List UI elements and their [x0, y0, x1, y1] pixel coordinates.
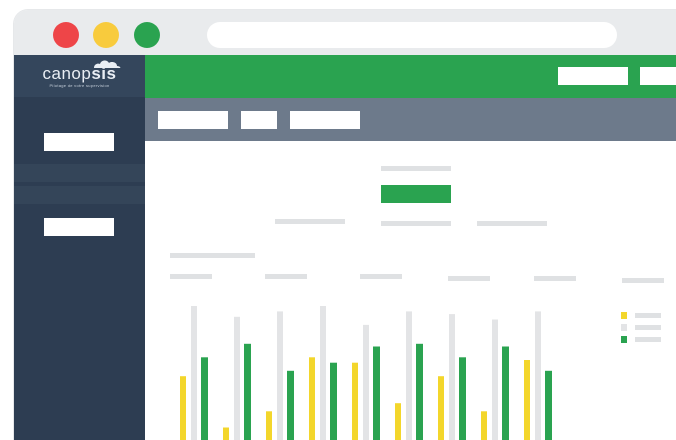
bar-yellow-3	[266, 411, 272, 440]
bar-green-9	[545, 371, 552, 440]
view-toolbar	[145, 98, 676, 141]
bar-green-5	[373, 347, 380, 440]
bar-yellow-2	[223, 428, 229, 440]
bar-chart	[145, 141, 676, 440]
bar-yellow-1	[180, 376, 186, 440]
bar-green-4	[330, 363, 337, 440]
bar-green-3	[287, 371, 294, 440]
canopsis-logo[interactable]: canopsis Pilotage de votre supervision	[14, 55, 145, 97]
bar-yellow-7	[438, 376, 444, 440]
toolbar-button-3[interactable]	[290, 111, 360, 129]
logo-tagline: Pilotage de votre supervision	[49, 83, 109, 88]
browser-chrome	[14, 10, 676, 55]
bar-yellow-4	[309, 357, 315, 440]
bar-gray-2	[234, 317, 240, 440]
bar-yellow-8	[481, 411, 487, 440]
logo-text-regular: canop	[43, 64, 92, 83]
bar-green-2	[244, 344, 251, 440]
legend-label-1	[635, 313, 661, 318]
bar-green-8	[502, 347, 509, 440]
bar-green-6	[416, 344, 423, 440]
legend-label-3	[635, 337, 661, 342]
close-window-icon[interactable]	[53, 22, 79, 48]
maximize-window-icon[interactable]	[134, 22, 160, 48]
bar-gray-8	[492, 320, 498, 440]
cloud-icon	[92, 59, 122, 69]
bar-gray-6	[406, 311, 412, 440]
sidebar-button-secondary[interactable]	[44, 218, 114, 236]
main-content	[145, 141, 676, 440]
bar-yellow-5	[352, 363, 358, 440]
browser-window: canopsis Pilotage de votre supervision	[14, 10, 676, 440]
legend-label-2	[635, 325, 661, 330]
sidebar-item-1[interactable]	[14, 164, 145, 182]
header-button-1[interactable]	[558, 67, 628, 85]
legend-swatch-green	[621, 336, 627, 343]
minimize-window-icon[interactable]	[93, 22, 119, 48]
header-button-2[interactable]	[640, 67, 676, 85]
bar-gray-7	[449, 314, 455, 440]
bar-yellow-9	[524, 360, 530, 440]
legend-swatch-gray	[621, 324, 627, 331]
toolbar-button-1[interactable]	[158, 111, 228, 129]
sidebar-item-2[interactable]	[14, 186, 145, 204]
bar-gray-5	[363, 325, 369, 440]
sidebar: canopsis Pilotage de votre supervision	[14, 55, 145, 440]
bar-green-7	[459, 357, 466, 440]
sidebar-button-primary[interactable]	[44, 133, 114, 151]
address-bar[interactable]	[207, 22, 617, 48]
top-header-bar	[145, 55, 676, 98]
bar-gray-9	[535, 311, 541, 440]
bar-green-1	[201, 357, 208, 440]
legend-swatch-yellow	[621, 312, 627, 319]
bar-gray-3	[277, 311, 283, 440]
toolbar-button-2[interactable]	[241, 111, 277, 129]
bar-yellow-6	[395, 403, 401, 440]
